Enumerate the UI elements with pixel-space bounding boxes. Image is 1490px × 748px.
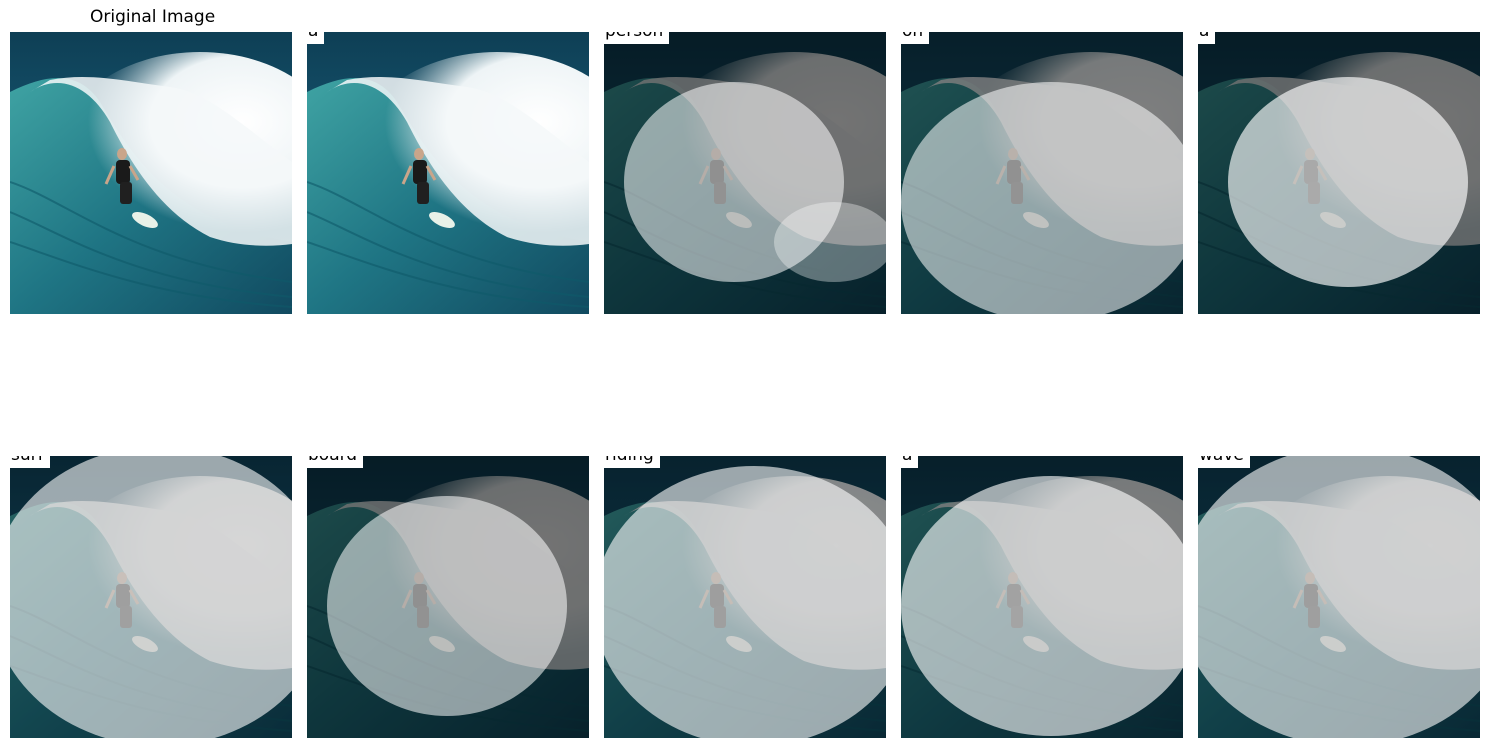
token-label: on <box>901 32 930 44</box>
token-label: wave <box>1198 456 1250 468</box>
attention-panel-a-1: a <box>307 32 589 314</box>
attention-panel-a-3: a <box>901 456 1183 738</box>
attention-panel-wave: wave <box>1198 456 1480 738</box>
token-label: a <box>307 32 325 44</box>
attention-panel-a-2: a <box>1198 32 1480 314</box>
token-label: a <box>901 456 919 468</box>
attention-panel-on: on <box>901 32 1183 314</box>
surf-photo <box>10 32 292 314</box>
token-label: person <box>604 32 670 44</box>
token-label: surf <box>10 456 50 468</box>
token-label: board <box>307 456 364 468</box>
attention-panel-board: board <box>307 456 589 738</box>
token-label: riding <box>604 456 660 468</box>
token-label: a <box>1198 32 1216 44</box>
original-image-title: Original Image <box>90 7 216 27</box>
attention-panel-surf: surf <box>10 456 292 738</box>
original-image-panel <box>10 32 292 314</box>
attention-panel-person: person <box>604 32 886 314</box>
attention-panel-riding: riding <box>604 456 886 738</box>
